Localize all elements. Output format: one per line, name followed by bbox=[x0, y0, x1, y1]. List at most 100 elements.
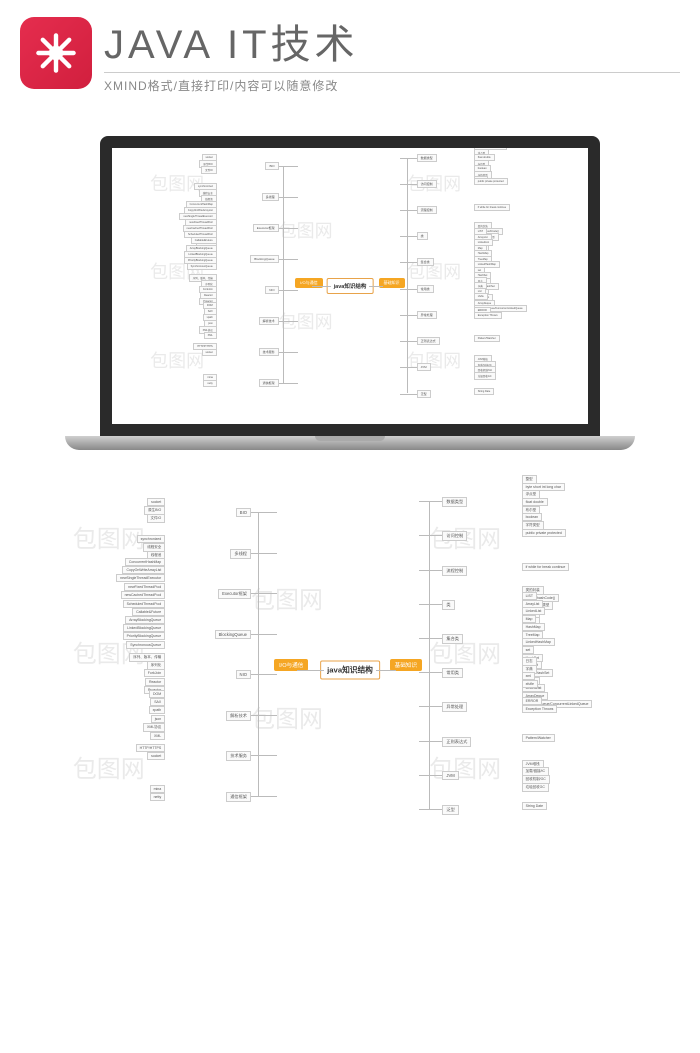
group-label: 常用类 bbox=[417, 285, 434, 293]
laptop-screen: 包图网包图网包图网包图网包图网包图网包图网包图网java知识结构I/O与通信基础… bbox=[100, 136, 600, 436]
leaf-node: ForkJoin bbox=[144, 669, 165, 677]
mindmap-large: 包图网包图网包图网包图网包图网包图网包图网包图网java知识结构I/O与通信基础… bbox=[20, 490, 680, 850]
group-label: BIO bbox=[236, 508, 251, 517]
leaf-node: socket bbox=[202, 349, 217, 356]
page-title: JAVA IT技术 bbox=[104, 12, 680, 70]
group-label: 多线程 bbox=[230, 549, 251, 559]
leaf-node: ArrayBlockingQueue bbox=[125, 616, 165, 624]
leaf-node: newFixedThreadPool bbox=[124, 583, 165, 591]
leaf-node: XML bbox=[204, 332, 217, 339]
group-label: 数据类型 bbox=[442, 497, 467, 507]
leaf-node: String Date bbox=[522, 802, 548, 810]
leaf-node: SynchronousQueue bbox=[126, 641, 165, 649]
leaf-node: netty bbox=[203, 380, 216, 387]
group-label: 类 bbox=[417, 232, 428, 240]
mindmap-small: 包图网包图网包图网包图网包图网包图网包图网包图网java知识结构I/O与通信基础… bbox=[112, 148, 588, 424]
group-label: 流程控制 bbox=[442, 566, 467, 576]
watermark: 包图网 bbox=[73, 749, 145, 784]
full-mindmap-section: 包图网包图网包图网包图网包图网包图网包图网包图网java知识结构I/O与通信基础… bbox=[0, 490, 700, 850]
leaf-node: if while for break continue bbox=[522, 563, 570, 571]
leaf-node: xfufle bbox=[522, 680, 538, 688]
group-label: 流程控制 bbox=[417, 206, 437, 214]
leaf-node: json bbox=[151, 715, 165, 723]
leaf-node: mina bbox=[150, 785, 166, 793]
leaf-node: public private protected bbox=[522, 529, 566, 537]
watermark: 包图网 bbox=[279, 217, 333, 243]
leaf-node: 垃圾回收GC bbox=[474, 372, 496, 380]
center-node: java知识结构 bbox=[320, 661, 380, 680]
group-label: 解析技术 bbox=[259, 317, 279, 325]
xmind-logo bbox=[20, 17, 92, 89]
leaf-node: socket bbox=[147, 498, 165, 506]
group-label: JVM bbox=[417, 363, 431, 371]
group-label: 集合类 bbox=[442, 634, 463, 644]
leaf-node: 垃圾回收GC bbox=[522, 783, 549, 792]
laptop-base bbox=[65, 436, 635, 450]
leaf-node: newSingleThreadExecutor bbox=[116, 574, 165, 582]
leaf-node: xpath bbox=[149, 706, 166, 714]
leaf-node: 整型 bbox=[474, 138, 487, 146]
group-label: BlockingQueue bbox=[250, 255, 278, 263]
leaf-node: HTTP/HTTPS bbox=[136, 744, 166, 752]
group-label: 通信框架 bbox=[259, 379, 279, 387]
leaf-node: xfufle bbox=[474, 293, 488, 300]
leaf-node: synchronized bbox=[137, 535, 166, 543]
laptop-preview: 包图网包图网包图网包图网包图网包图网包图网包图网java知识结构I/O与通信基础… bbox=[0, 106, 700, 470]
title-block: JAVA IT技术 XMIND格式/直接打印/内容可以随意修改 bbox=[104, 12, 680, 94]
page-subtitle: XMIND格式/直接打印/内容可以随意修改 bbox=[104, 72, 680, 94]
group-label: 访问控制 bbox=[442, 531, 467, 541]
group-label: 技术服务 bbox=[226, 751, 251, 761]
group-label: Executor框架 bbox=[218, 589, 251, 599]
group-label: Executor框架 bbox=[253, 224, 279, 232]
leaf-node: LinkedBlockingQueue bbox=[123, 624, 165, 632]
group-label: 异常处理 bbox=[417, 311, 437, 319]
group-label: 类 bbox=[442, 600, 454, 610]
leaf-node: 文件IO bbox=[201, 166, 217, 174]
watermark: 包图网 bbox=[407, 347, 461, 373]
group-label: 泛型 bbox=[442, 805, 458, 815]
watermark: 包图网 bbox=[429, 749, 501, 784]
group-label: 技术服务 bbox=[259, 348, 279, 356]
group-label: 集合类 bbox=[417, 258, 434, 266]
watermark: 包图网 bbox=[150, 347, 204, 373]
group-label: 异常处理 bbox=[442, 702, 467, 712]
group-label: 正则表达式 bbox=[442, 737, 471, 747]
center-node: java知识结构 bbox=[327, 278, 374, 294]
watermark: 包图网 bbox=[251, 699, 323, 734]
group-label: BIO bbox=[265, 162, 278, 170]
leaf-node: Exception Throws bbox=[522, 705, 558, 713]
leaf-node: newCachedThreadPool bbox=[121, 591, 166, 599]
group-label: 数据类型 bbox=[417, 154, 437, 162]
group-label: 解析技术 bbox=[226, 711, 251, 721]
group-label: 通信框架 bbox=[226, 792, 251, 802]
leaf-node: netty bbox=[150, 793, 166, 801]
leaf-node: PriorityBlockingQueue bbox=[123, 632, 166, 640]
group-label: 常用类 bbox=[442, 668, 463, 678]
logo-icon bbox=[34, 31, 78, 75]
leaf-node: CopyOnWriteArrayList bbox=[122, 566, 165, 574]
leaf-node: DOM bbox=[149, 690, 165, 698]
leaf-node: SAX bbox=[150, 698, 165, 706]
leaf-node: SynchronousQueue bbox=[187, 263, 217, 270]
laptop-frame: 包图网包图网包图网包图网包图网包图网包图网包图网java知识结构I/O与通信基础… bbox=[65, 136, 635, 450]
leaf-node: ScheduledThreadPool bbox=[123, 600, 166, 608]
leaf-node: socket bbox=[147, 752, 165, 760]
leaf-node: public private protected bbox=[474, 178, 508, 185]
group-label: JVM bbox=[442, 771, 458, 780]
leaf-node: ConcurrentHashMap bbox=[125, 558, 165, 566]
group-label: NIO bbox=[265, 286, 278, 294]
leaf-node: Pattern/Watcher bbox=[474, 335, 500, 342]
leaf-node: 文件IO bbox=[147, 514, 166, 523]
leaf-node: Exception Throws bbox=[474, 312, 502, 319]
group-label: 访问控制 bbox=[417, 180, 437, 188]
leaf-node: String Date bbox=[474, 388, 495, 395]
leaf-node: XML bbox=[150, 732, 165, 740]
group-label: NIO bbox=[236, 670, 251, 679]
watermark: 包图网 bbox=[73, 519, 145, 554]
group-label: 泛型 bbox=[417, 390, 431, 398]
leaf-node: Reactor bbox=[145, 678, 165, 686]
leaf-node: if while for break continue bbox=[474, 204, 510, 211]
watermark: 包图网 bbox=[251, 580, 323, 615]
group-label: 多线程 bbox=[262, 193, 279, 201]
header: JAVA IT技术 XMIND格式/直接打印/内容可以随意修改 bbox=[0, 0, 700, 106]
